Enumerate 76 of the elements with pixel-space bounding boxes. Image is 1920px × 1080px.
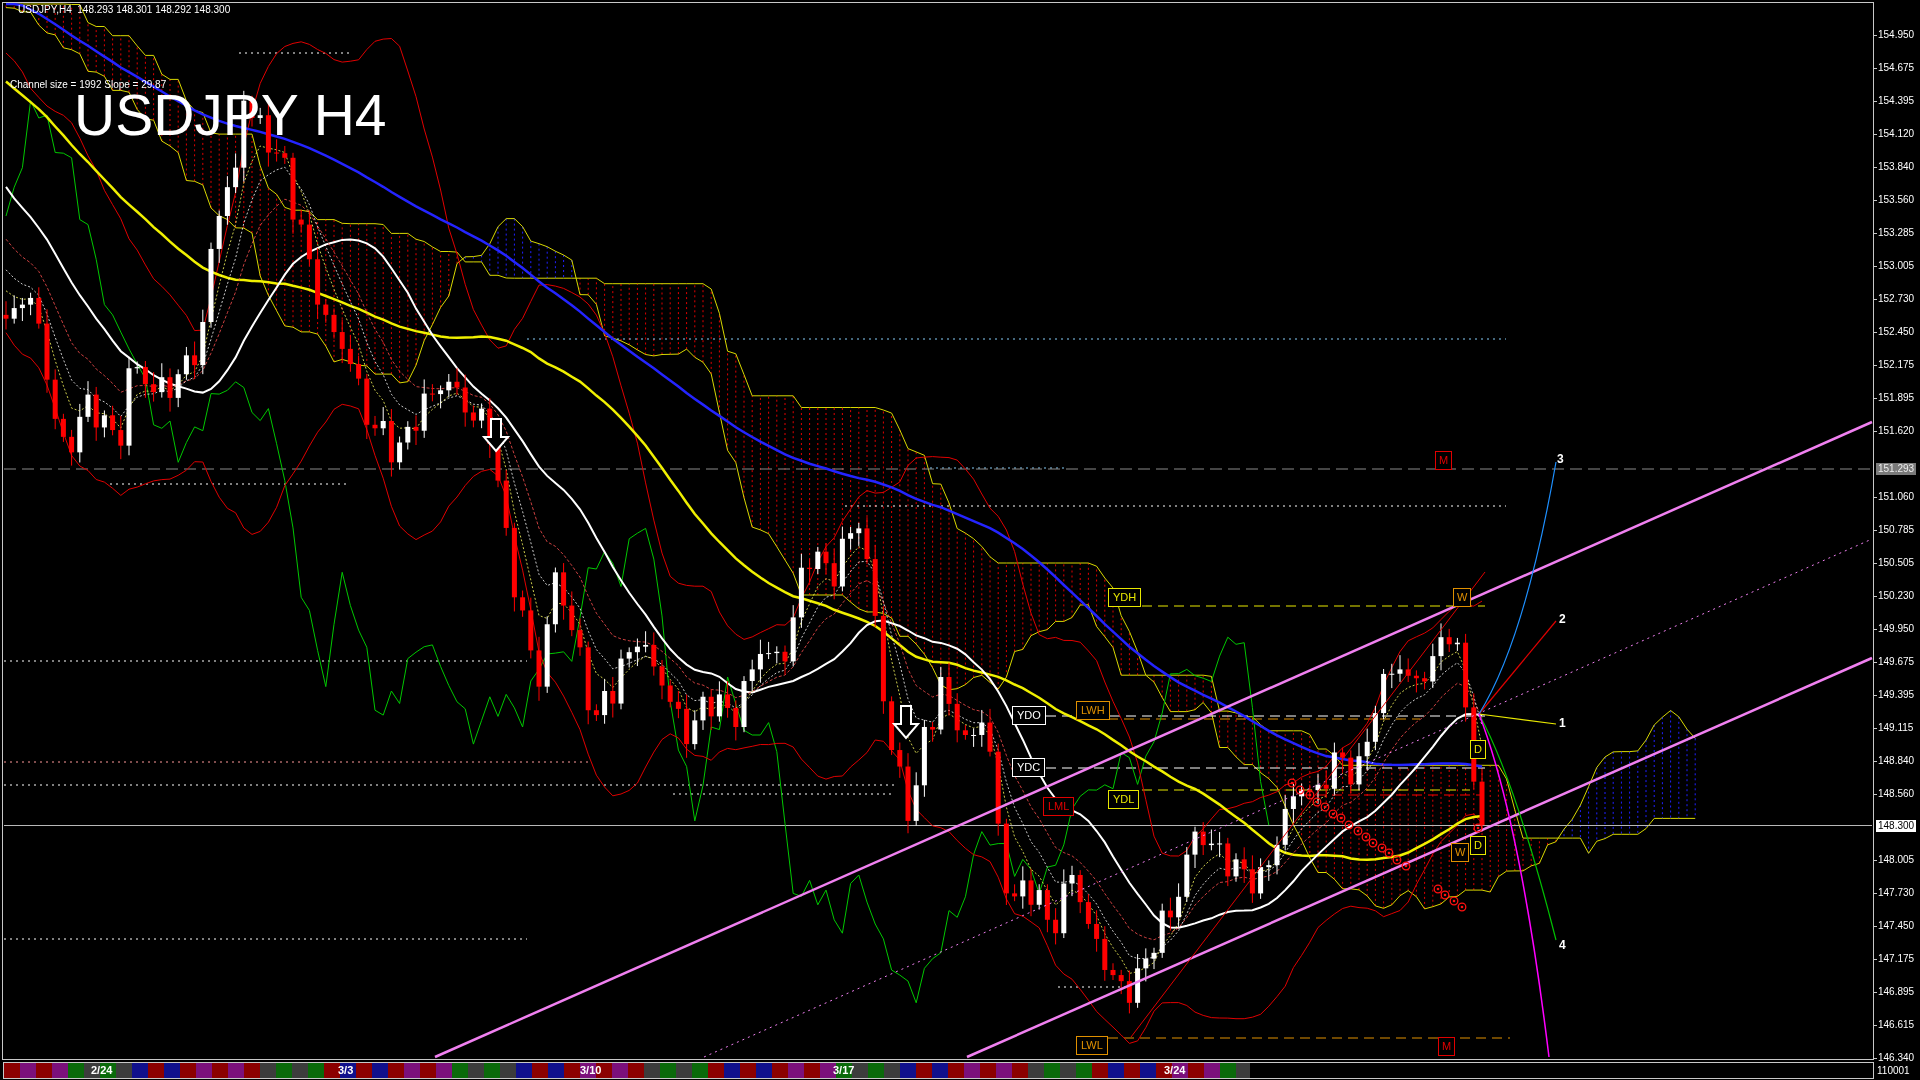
ring-marker-icon [1449, 896, 1459, 906]
price-label: 150.505 [1878, 556, 1915, 569]
period-tag: D [1470, 836, 1486, 855]
price-label: 149.395 [1878, 689, 1915, 702]
price-label: 152.450 [1878, 325, 1915, 338]
price-label: 146.615 [1878, 1019, 1915, 1032]
price-label: 150.230 [1878, 590, 1915, 602]
price-label: 152.730 [1878, 292, 1915, 305]
level-tag: YDO [1012, 706, 1046, 725]
projection-label: 3 [1557, 452, 1564, 466]
period-tag: M [1438, 1037, 1456, 1056]
projection-label: 1 [1559, 716, 1566, 730]
date-label: 3/10 [580, 1064, 602, 1077]
ring-marker-icon [1344, 820, 1354, 830]
ring-marker-icon [1384, 848, 1394, 858]
price-label: 148.560 [1878, 788, 1915, 801]
price-label: 151.060 [1878, 490, 1915, 503]
price-label: 147.450 [1878, 920, 1915, 933]
footer-value: 110001 [1876, 1064, 1911, 1078]
price-label: 147.175 [1878, 953, 1915, 966]
date-label: 3/17 [833, 1064, 855, 1077]
ring-marker-icon [1473, 823, 1483, 833]
ring-marker-icon [1368, 838, 1378, 848]
marked-price-label: 151.293 [1876, 463, 1917, 475]
ring-marker-icon [1295, 785, 1305, 795]
period-tag: M [1435, 451, 1453, 470]
date-label: 3/24 [1164, 1064, 1186, 1077]
price-label: 154.120 [1878, 127, 1915, 140]
down-arrow-icon [481, 418, 511, 453]
price-label: 149.950 [1878, 623, 1915, 636]
ring-marker-icon [1312, 797, 1322, 807]
level-tag: LWH [1076, 701, 1110, 720]
ring-marker-icon [1440, 890, 1450, 900]
ring-marker-icon [1361, 832, 1371, 842]
level-tag: LML [1043, 797, 1075, 816]
price-label: 151.620 [1878, 424, 1915, 437]
price-label: 154.675 [1878, 61, 1915, 74]
price-label: 152.175 [1878, 358, 1915, 371]
ring-marker-icon [1377, 843, 1387, 853]
ring-marker-icon [1305, 790, 1315, 800]
ring-marker-icon [1320, 802, 1330, 812]
date-label: 2/24 [91, 1064, 113, 1077]
ring-marker-icon [1353, 826, 1363, 836]
price-label: 154.950 [1878, 28, 1915, 41]
price-label: 153.560 [1878, 193, 1915, 206]
ring-marker-icon [1336, 813, 1346, 823]
price-label: 153.285 [1878, 226, 1915, 239]
price-label: 153.005 [1878, 259, 1915, 272]
ring-marker-icon [1457, 902, 1467, 912]
price-label: 147.730 [1878, 887, 1915, 900]
ring-marker-icon [1401, 861, 1411, 871]
down-arrow-icon [891, 705, 921, 740]
level-tag: YDL [1108, 790, 1140, 809]
price-label: 148.005 [1878, 854, 1915, 867]
projection-label: 4 [1559, 938, 1566, 952]
period-tag: W [1451, 843, 1470, 862]
price-label: 153.840 [1878, 160, 1915, 173]
level-tag: YDC [1012, 758, 1046, 777]
level-tag: YDH [1108, 588, 1142, 607]
price-label: 150.785 [1878, 523, 1915, 536]
price-label: 151.895 [1878, 391, 1915, 404]
price-label: 148.840 [1878, 755, 1915, 768]
ring-marker-icon [1433, 884, 1443, 894]
ring-marker-icon [1328, 809, 1338, 819]
price-label: 154.395 [1878, 94, 1915, 107]
period-tag: D [1470, 740, 1486, 759]
ring-marker-icon [1392, 855, 1402, 865]
price-label: 146.895 [1878, 986, 1915, 999]
projection-label: 2 [1559, 612, 1566, 626]
price-label: 146.340 [1878, 1052, 1915, 1065]
current-price-label: 148.300 [1876, 819, 1917, 832]
ring-marker-icon [1287, 778, 1297, 788]
price-label: 149.115 [1878, 722, 1914, 735]
price-label: 149.675 [1878, 656, 1915, 669]
period-tag: W [1453, 588, 1472, 607]
level-tag: LWL [1076, 1036, 1108, 1055]
